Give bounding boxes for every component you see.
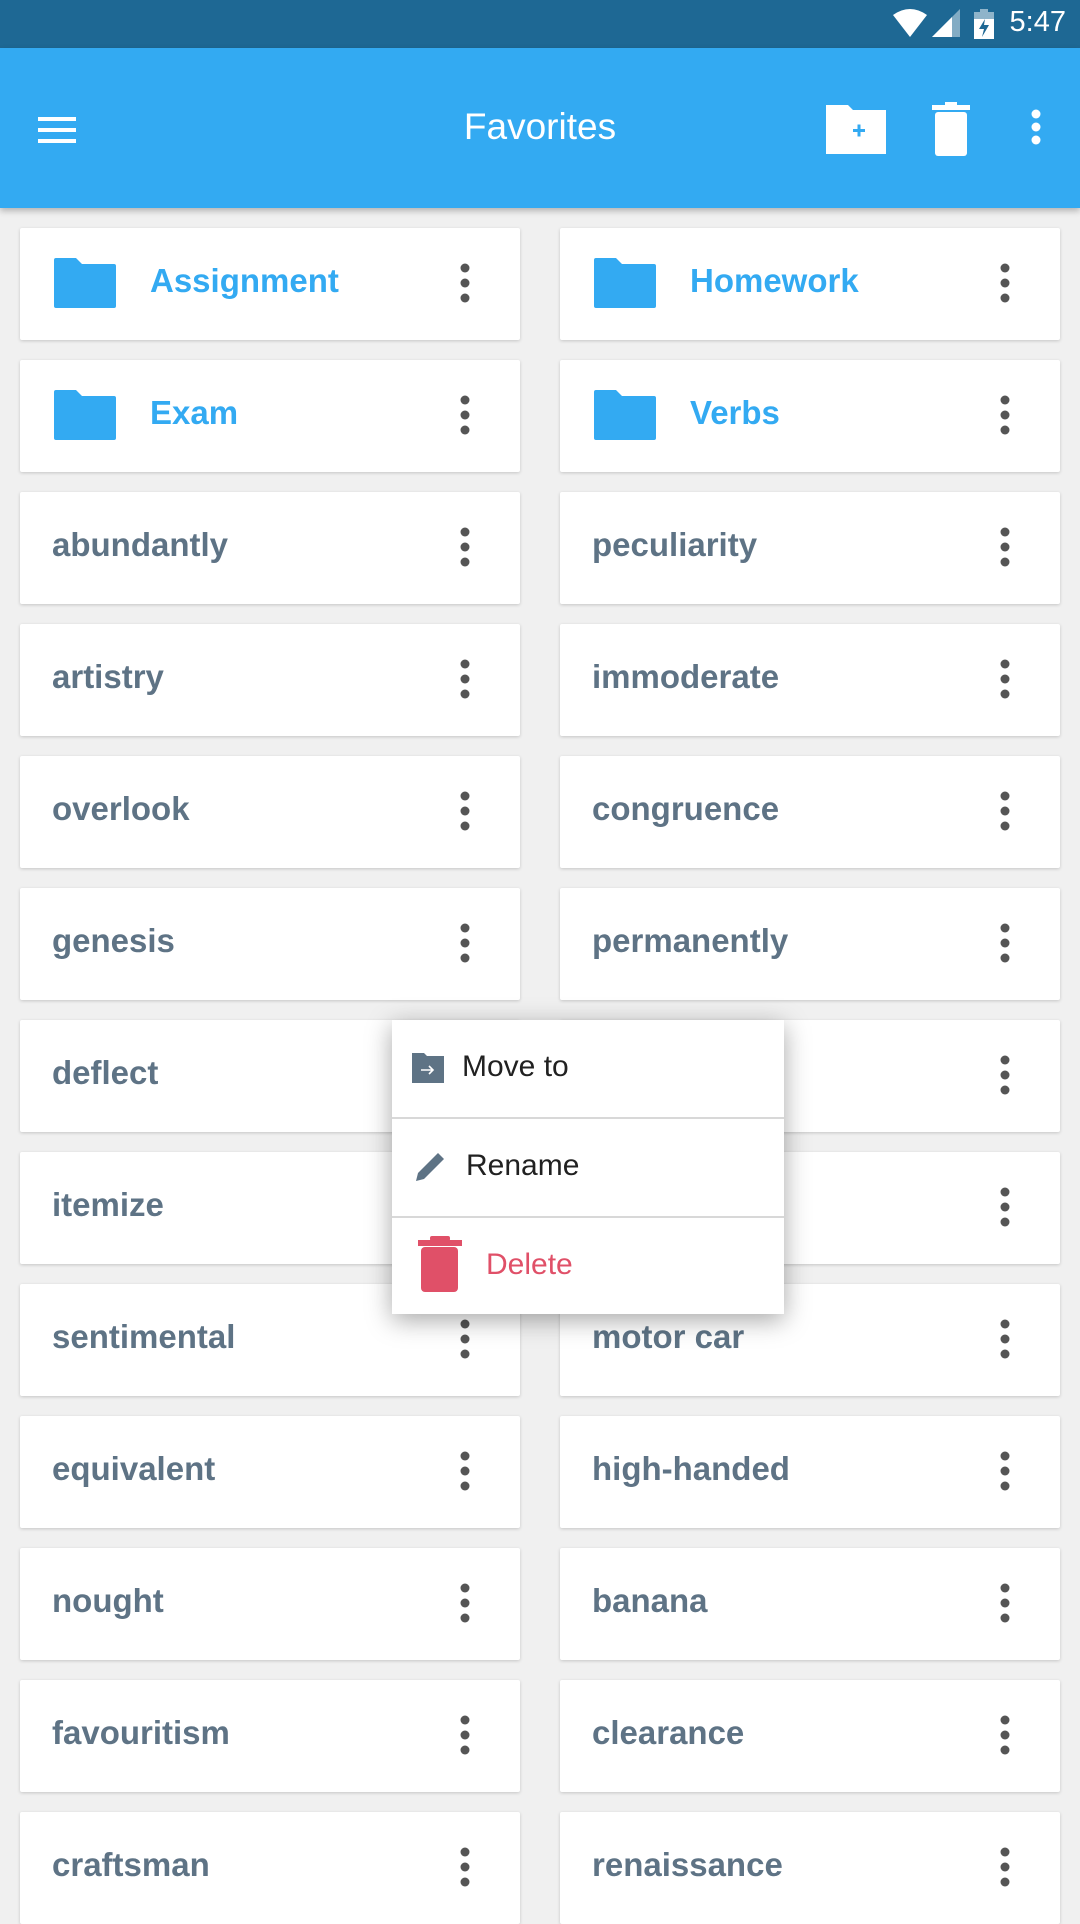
more-vert-icon[interactable] (990, 1842, 1020, 1894)
more-vert-icon[interactable] (990, 1314, 1020, 1366)
item-label: sentimental (52, 1318, 236, 1355)
status-time: 5:47 (1009, 6, 1066, 38)
word-card[interactable]: congruence (560, 756, 1060, 868)
item-label: clearance (592, 1714, 745, 1751)
menu-item-rename[interactable]: Rename (392, 1119, 784, 1218)
word-card[interactable]: equivalent (20, 1416, 520, 1528)
item-label: Verbs (690, 394, 780, 431)
word-card[interactable]: clearance (560, 1680, 1060, 1792)
item-label: immoderate (592, 658, 780, 695)
more-vert-icon[interactable] (990, 918, 1020, 970)
more-vert-icon[interactable] (450, 918, 480, 970)
item-label: genesis (52, 922, 175, 959)
word-card[interactable]: abundantly (20, 492, 520, 604)
folder-icon (594, 390, 656, 440)
item-label: overlook (52, 790, 190, 827)
more-vert-icon[interactable] (450, 1314, 480, 1366)
folder-card[interactable]: Verbs (560, 360, 1060, 472)
item-label: equivalent (52, 1450, 216, 1487)
new-folder-button[interactable] (824, 98, 888, 162)
folder-card[interactable]: Exam (20, 360, 520, 472)
word-card[interactable]: peculiarity (560, 492, 1060, 604)
app-toolbar: Favorites (0, 48, 1080, 208)
new-folder-icon (826, 105, 886, 154)
word-card[interactable]: favouritism (20, 1680, 520, 1792)
menu-item-label: Move to (462, 1050, 569, 1083)
trash-icon (418, 1236, 462, 1292)
more-vert-icon[interactable] (450, 654, 480, 706)
battery-charging-icon (974, 9, 994, 39)
item-label: renaissance (592, 1846, 783, 1883)
more-vert-icon[interactable] (990, 1446, 1020, 1498)
word-card[interactable]: artistry (20, 624, 520, 736)
more-vert-icon[interactable] (990, 654, 1020, 706)
menu-item-label: Delete (486, 1248, 573, 1281)
more-vert-icon[interactable] (450, 786, 480, 838)
more-options-button[interactable] (1004, 98, 1068, 162)
status-bar: 5:47 (0, 0, 1080, 48)
trash-icon (932, 102, 970, 156)
word-card[interactable]: banana (560, 1548, 1060, 1660)
item-label: itemize (52, 1186, 164, 1223)
folder-card[interactable]: Assignment (20, 228, 520, 340)
word-card[interactable]: permanently (560, 888, 1060, 1000)
item-label: high-handed (592, 1450, 790, 1487)
item-label: craftsman (52, 1846, 210, 1883)
folder-icon (594, 258, 656, 308)
word-card[interactable]: genesis (20, 888, 520, 1000)
more-vert-icon (1031, 109, 1041, 145)
context-menu: Move to Rename Delete (392, 1020, 784, 1314)
item-label: abundantly (52, 526, 229, 563)
more-vert-icon[interactable] (990, 1710, 1020, 1762)
item-label: motor car (592, 1318, 745, 1355)
more-vert-icon[interactable] (990, 258, 1020, 310)
item-label: banana (592, 1582, 708, 1619)
more-vert-icon[interactable] (450, 1578, 480, 1630)
move-to-folder-icon (412, 1053, 444, 1083)
word-card[interactable]: nought (20, 1548, 520, 1660)
item-label: congruence (592, 790, 780, 827)
word-card[interactable]: renaissance (560, 1812, 1060, 1924)
item-label: favouritism (52, 1714, 230, 1751)
wifi-icon (893, 9, 927, 37)
menu-item-delete[interactable]: Delete (392, 1218, 784, 1314)
more-vert-icon[interactable] (990, 1182, 1020, 1234)
menu-item-label: Rename (466, 1149, 580, 1182)
word-card[interactable]: overlook (20, 756, 520, 868)
more-vert-icon[interactable] (450, 390, 480, 442)
more-vert-icon[interactable] (990, 786, 1020, 838)
more-vert-icon[interactable] (990, 390, 1020, 442)
word-card[interactable]: immoderate (560, 624, 1060, 736)
delete-button[interactable] (919, 98, 983, 162)
word-card[interactable]: high-handed (560, 1416, 1060, 1528)
item-label: Assignment (150, 262, 339, 299)
more-vert-icon[interactable] (990, 522, 1020, 574)
menu-item-move-to[interactable]: Move to (392, 1020, 784, 1119)
signal-icon (932, 9, 960, 37)
more-vert-icon[interactable] (450, 1842, 480, 1894)
item-label: Homework (690, 262, 859, 299)
item-label: peculiarity (592, 526, 758, 563)
item-label: deflect (52, 1054, 159, 1091)
item-label: nought (52, 1582, 164, 1619)
more-vert-icon[interactable] (450, 1446, 480, 1498)
item-label: artistry (52, 658, 164, 695)
folder-card[interactable]: Homework (560, 228, 1060, 340)
page-title: Favorites (463, 106, 617, 147)
item-label: Exam (150, 394, 239, 431)
more-vert-icon[interactable] (450, 1710, 480, 1762)
more-vert-icon[interactable] (450, 258, 480, 310)
folder-icon (54, 390, 116, 440)
more-vert-icon[interactable] (990, 1578, 1020, 1630)
more-vert-icon[interactable] (990, 1050, 1020, 1102)
folder-icon (54, 258, 116, 308)
word-card[interactable]: craftsman (20, 1812, 520, 1924)
item-label: permanently (592, 922, 789, 959)
more-vert-icon[interactable] (450, 522, 480, 574)
pencil-icon (416, 1153, 444, 1181)
